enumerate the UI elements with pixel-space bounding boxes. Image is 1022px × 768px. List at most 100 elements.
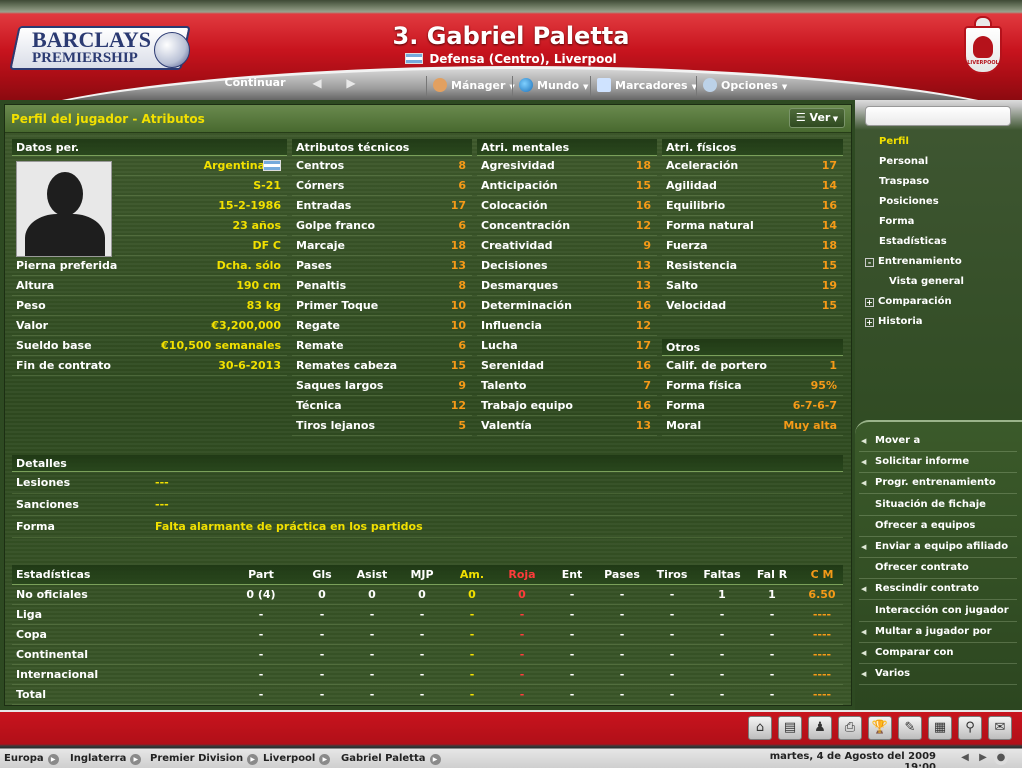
sidebar-item-historia[interactable]: + Historia [865,312,1015,332]
action-interacción-con-jugador[interactable]: Interacción con jugador [859,601,1017,622]
stats-column-header[interactable]: Tiros [649,565,695,585]
sidebar-item-forma[interactable]: Forma [865,212,1015,232]
stats-column-header[interactable]: Ent [549,565,595,585]
mental-row: Lucha 17 [477,336,657,356]
details-label: Sanciones [16,498,79,511]
others-label: Moral [666,419,702,432]
action-situación-de-fichaje[interactable]: Situación de fichaje [859,495,1017,516]
collapse-icon[interactable]: - [865,258,874,267]
club-crest[interactable]: LIVERPOOL [960,16,1006,80]
notebook-icon[interactable]: ▤ [778,716,802,740]
stats-column-header[interactable]: Asist [349,565,395,585]
stats-column-header[interactable]: Gls [299,565,345,585]
breadcrumb-item[interactable]: Europa ▶ [4,751,59,767]
physical-label: Forma natural [666,219,754,232]
sidebar-item-perfil[interactable]: Perfil [865,132,1015,152]
menu-marcadores[interactable]: Marcadores ▼ [590,76,697,96]
menu-manager[interactable]: Mánager ▼ [426,76,515,96]
breadcrumb-item[interactable]: Premier Division ▶ [150,751,259,767]
expand-icon[interactable]: + [865,318,874,327]
stats-cell: - [669,688,675,701]
clipboard-icon[interactable]: ✎ [898,716,922,740]
action-progr.-entrenamiento[interactable]: ◀ Progr. entrenamiento [859,473,1017,495]
pitch-icon[interactable]: ▦ [928,716,952,740]
stats-cell: - [258,648,264,661]
sidebar-item-comparación[interactable]: + Comparación [865,292,1015,312]
action-multar-a-jugador-por[interactable]: ◀ Multar a jugador por [859,622,1017,643]
sidebar-item-personal[interactable]: Personal [865,152,1015,172]
trophy-icon[interactable]: 🏆 [868,716,892,740]
technical-row: Técnica 12 [292,396,472,416]
sidebar-item-label: Entrenamiento [878,256,962,267]
fax-icon[interactable]: ⎙ [838,716,862,740]
forward-arrow-icon[interactable]: ▶ [344,76,358,90]
search-input[interactable] [865,106,1011,126]
others-label: Calif. de portero [666,359,767,372]
continue-button[interactable]: Continuar [200,76,310,89]
breadcrumb-label: Premier Division [150,753,244,764]
technical-row: Remate 6 [292,336,472,356]
stats-cell: - [569,588,575,601]
stats-column-header[interactable]: C M [799,565,845,585]
mental-label: Influencia [481,319,542,332]
action-rescindir-contrato[interactable]: ◀ Rescindir contrato [859,579,1017,601]
stats-cell: - [619,628,625,641]
action-solicitar-informe[interactable]: ◀ Solicitar informe [859,452,1017,474]
stats-column-header[interactable]: Fal R [749,565,795,585]
play-icon: ▶ [47,754,59,765]
football-icon[interactable]: ● [994,751,1008,765]
breadcrumb-item[interactable]: Gabriel Paletta ▶ [341,751,441,767]
stats-cell: - [319,668,325,681]
sidebar-item-label: Historia [878,316,923,327]
details-row: Lesiones --- [12,472,843,494]
tactics-icon[interactable]: ♟ [808,716,832,740]
menu-mundo[interactable]: Mundo ▼ [512,76,588,96]
stats-column-header[interactable]: Faltas [699,565,745,585]
action-comparar-con[interactable]: ◀ Comparar con [859,643,1017,664]
physical-row: Forma natural 14 [662,216,843,236]
action-varios[interactable]: ◀ Varios [859,664,1017,686]
home-icon[interactable]: ⌂ [748,716,772,740]
stats-cell: - [719,648,725,661]
breadcrumb-item[interactable]: Inglaterra ▶ [70,751,142,767]
forward-icon[interactable]: ▶ [976,751,990,765]
others-label: Forma [666,399,705,412]
stats-cell: - [719,688,725,701]
back-arrow-icon[interactable]: ◀ [310,76,324,90]
stats-cell: - [669,588,675,601]
menu-opciones-label: Opciones [721,79,778,92]
stats-column-header[interactable]: Part [238,565,284,585]
action-ofrecer-contrato[interactable]: Ofrecer contrato [859,558,1017,580]
sidebar-item-estadísticas[interactable]: Estadísticas [865,232,1015,252]
sidebar-item-traspaso[interactable]: Traspaso [865,172,1015,192]
view-button[interactable]: ☰ Ver ▼ [789,108,845,128]
stats-column-header[interactable]: Am. [449,565,495,585]
sidebar-item-posiciones[interactable]: Posiciones [865,192,1015,212]
stats-column-header[interactable]: Pases [599,565,645,585]
action-enviar-a-equipo-afiliado[interactable]: ◀ Enviar a equipo afiliado [859,537,1017,558]
technical-row: Centros 8 [292,156,472,176]
details-row: Sanciones --- [12,494,843,516]
binoculars-icon[interactable]: ⚲ [958,716,982,740]
sidebar-item-vista-general[interactable]: Vista general [865,272,1015,292]
sidebar-item-entrenamiento[interactable]: - Entrenamiento [865,252,1015,272]
stats-column-header[interactable]: MJP [399,565,445,585]
stats-column-header[interactable]: Roja [499,565,545,585]
action-ofrecer-a-equipos[interactable]: Ofrecer a equipos [859,516,1017,537]
stats-cell: - [369,628,375,641]
stats-row-label: Liga [16,608,43,621]
argentina-flag-icon [263,160,281,171]
expand-icon[interactable]: + [865,298,874,307]
liverbird-icon [973,36,993,58]
technical-value: 6 [458,219,466,232]
breadcrumb-item[interactable]: Liverpool ▶ [263,751,331,767]
menu-opciones[interactable]: Opciones ▼ [696,76,787,96]
others-value: 1 [829,359,837,372]
stats-cell: - [719,668,725,681]
gear-icon [703,78,717,92]
technical-row: Golpe franco 6 [292,216,472,236]
inbox-icon[interactable]: ✉ [988,716,1012,740]
stats-cell: ---- [812,648,832,661]
back-icon[interactable]: ◀ [958,751,972,765]
action-mover-a[interactable]: ◀ Mover a [859,431,1017,452]
